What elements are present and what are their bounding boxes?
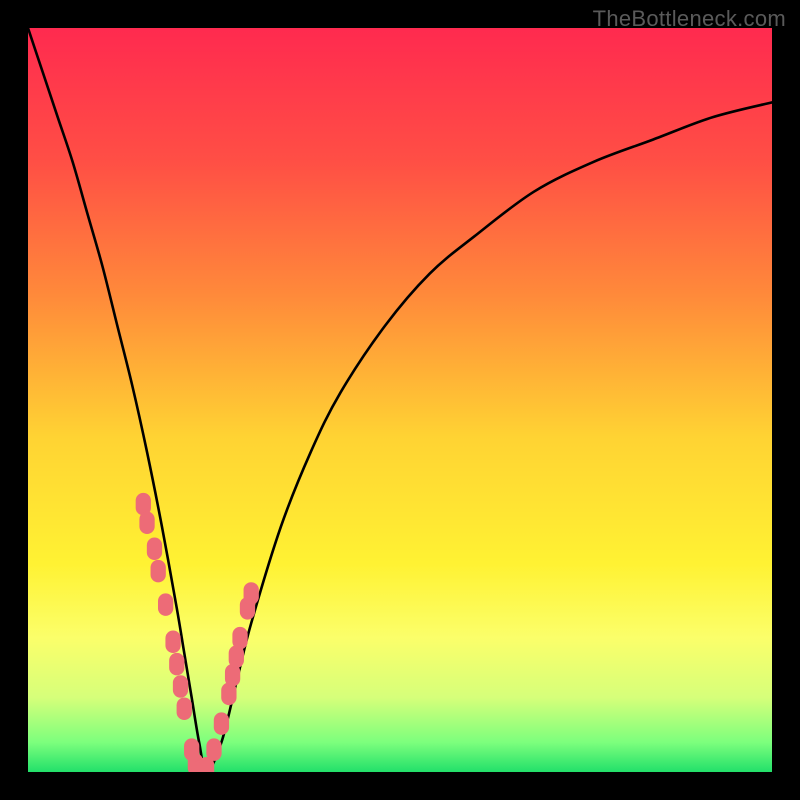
highlight-marker — [139, 512, 154, 535]
highlight-marker — [232, 627, 247, 650]
highlight-marker — [169, 653, 184, 676]
highlight-marker — [151, 560, 166, 583]
highlight-marker — [214, 712, 229, 735]
plot-area — [28, 28, 772, 772]
chart-frame: TheBottleneck.com — [0, 0, 800, 800]
highlight-marker — [173, 675, 188, 698]
highlight-marker — [165, 631, 180, 654]
bottleneck-curve — [28, 28, 772, 772]
curve-layer — [28, 28, 772, 772]
watermark-text: TheBottleneck.com — [593, 6, 786, 32]
highlight-marker — [158, 593, 173, 616]
highlight-marker — [244, 582, 259, 605]
highlight-marker — [206, 738, 221, 761]
highlight-marker — [147, 538, 162, 561]
highlight-marker — [177, 698, 192, 721]
